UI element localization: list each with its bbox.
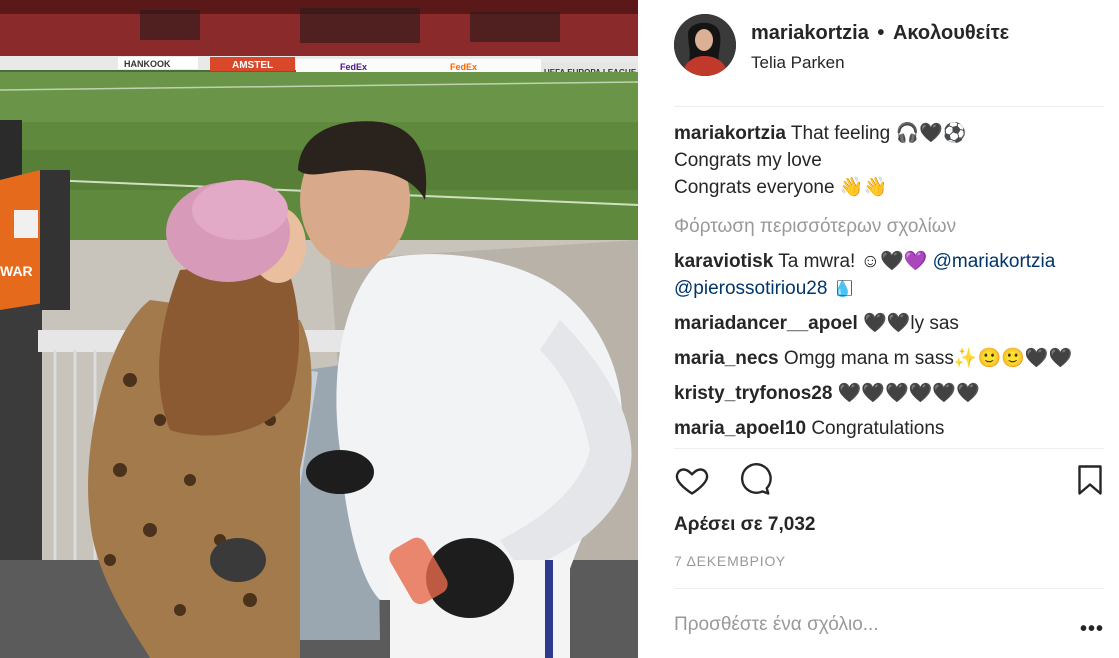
likes-count[interactable]: Αρέσει σε 7,032 xyxy=(674,514,815,536)
header-separator: • xyxy=(877,22,885,44)
comment-item: maria_apoel10 Congratulations xyxy=(674,415,1104,442)
header-user-line: mariakortzia • Ακολουθείτε xyxy=(751,22,1009,45)
add-comment-input[interactable] xyxy=(674,614,1054,636)
comments-divider xyxy=(674,448,1104,449)
comment-username[interactable]: maria_apoel10 xyxy=(674,418,806,439)
caption-line-3: Congrats everyone 👋👋 xyxy=(674,177,888,198)
caption-text-1: That feeling 🎧🖤⚽ xyxy=(790,123,967,144)
bookmark-icon[interactable] xyxy=(1072,462,1108,503)
comment-text: Congratulations xyxy=(811,418,945,439)
caption-line-1: mariakortzia That feeling 🎧🖤⚽ xyxy=(674,120,1104,147)
add-comment-bar: ••• xyxy=(674,600,1104,658)
post-date[interactable]: 7 ΔΕΚΕΜΒΡΙΟΥ xyxy=(674,553,786,569)
comment-item: mariadancer__apoel 🖤🖤ly sas xyxy=(674,310,1104,337)
comment-username[interactable]: kristy_tryfonos28 xyxy=(674,383,832,404)
post-header: mariakortzia • Ακολουθείτε Telia Parken xyxy=(674,14,1104,78)
avatar[interactable] xyxy=(674,14,736,76)
ad-board-hankook: HANKOOK xyxy=(124,59,171,69)
more-options-icon[interactable]: ••• xyxy=(1080,618,1104,641)
caption-username[interactable]: mariakortzia xyxy=(674,123,786,144)
comments-list[interactable]: mariakortzia That feeling 🎧🖤⚽ Congrats m… xyxy=(674,120,1104,446)
header-username[interactable]: mariakortzia xyxy=(751,22,869,44)
comment-username[interactable]: karaviotisk xyxy=(674,251,773,272)
footer-divider xyxy=(674,588,1104,589)
heart-icon[interactable] xyxy=(674,462,710,503)
load-more-comments-button[interactable]: Φόρτωση περισσότερων σχολίων xyxy=(674,213,1104,240)
comment-text: Ta mwra! ☺🖤💜 xyxy=(778,251,928,272)
ad-board-fedex-2: FedEx xyxy=(450,62,477,72)
comment-item: maria_necs Omgg mana m sass✨🙂🙂🖤🖤 xyxy=(674,345,1104,372)
comment-text: 🖤🖤🖤🖤🖤🖤 xyxy=(837,383,980,404)
photo-illustration: HANKOOK AMSTEL FedEx FedEx UEFA EUROPA L… xyxy=(0,0,638,658)
comment-bubble-icon[interactable] xyxy=(736,462,772,503)
ad-board-fedex: FedEx xyxy=(340,62,367,72)
comment-item: kristy_tryfonos28 🖤🖤🖤🖤🖤🖤 xyxy=(674,380,1104,407)
location-link[interactable]: Telia Parken xyxy=(751,53,845,73)
action-bar xyxy=(674,462,1104,504)
vest-text: WAR xyxy=(0,263,33,279)
ad-board-amstel: AMSTEL xyxy=(232,60,273,71)
header-divider xyxy=(674,106,1104,107)
avatar-image xyxy=(674,14,736,76)
post-side-panel: mariakortzia • Ακολουθείτε Telia Parken … xyxy=(638,0,1119,658)
comment-mention[interactable]: @mariakortzia xyxy=(933,251,1056,272)
comment-username[interactable]: maria_necs xyxy=(674,348,779,369)
comment-text: Omgg mana m sass✨🙂🙂🖤🖤 xyxy=(783,348,1073,369)
comment-mention[interactable]: @pierossotiriou28 xyxy=(674,278,827,299)
caption-line-2: Congrats my love xyxy=(674,150,822,171)
post-photo[interactable]: HANKOOK AMSTEL FedEx FedEx UEFA EUROPA L… xyxy=(0,0,638,658)
comment-text-tail: 💧⃞⃞ xyxy=(832,279,853,298)
comment-username[interactable]: mariadancer__apoel xyxy=(674,313,858,334)
comment-item: karaviotisk Ta mwra! ☺🖤💜 @mariakortzia @… xyxy=(674,248,1104,302)
following-button[interactable]: Ακολουθείτε xyxy=(893,22,1009,44)
comment-text: 🖤🖤ly sas xyxy=(863,313,959,334)
